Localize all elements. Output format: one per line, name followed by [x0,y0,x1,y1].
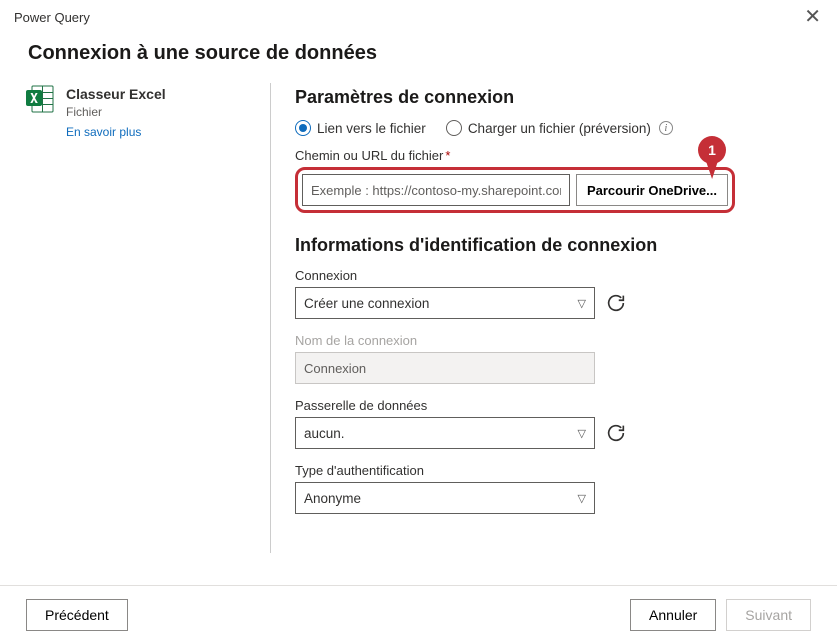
file-path-label: Chemin ou URL du fichier* [295,148,813,163]
chevron-down-icon: ▽ [578,427,586,440]
auth-type-dropdown[interactable]: Anonyme ▽ [295,482,595,514]
connection-name-input [295,352,595,384]
refresh-icon[interactable] [605,422,627,444]
annotation-callout-1: 1 [698,136,726,179]
learn-more-link[interactable]: En savoir plus [66,125,166,139]
connector-subtitle: Fichier [66,105,166,119]
gateway-dropdown[interactable]: aucun. ▽ [295,417,595,449]
annotation-highlight-1: Parcourir OneDrive... 1 [295,167,735,213]
connection-label: Connexion [295,268,813,283]
gateway-label: Passerelle de données [295,398,813,413]
settings-heading: Paramètres de connexion [295,87,813,108]
annotation-number: 1 [698,136,726,164]
app-name: Power Query [14,10,90,25]
dialog-footer: Précédent Annuler Suivant [0,585,837,643]
refresh-icon[interactable] [605,292,627,314]
dialog-title: Connexion à une source de données [28,42,837,65]
excel-icon [24,83,56,553]
auth-type-label: Type d'authentification [295,463,813,478]
radio-upload-label: Charger un fichier (préversion) [468,121,651,136]
info-icon[interactable]: i [659,121,673,135]
required-star: * [445,148,450,163]
vertical-divider [270,83,271,553]
radio-link-to-file[interactable]: Lien vers le fichier [295,120,426,136]
chevron-down-icon: ▽ [578,297,586,310]
connector-name: Classeur Excel [66,85,166,103]
connection-dropdown[interactable]: Créer une connexion ▽ [295,287,595,319]
connection-value: Créer une connexion [304,296,429,311]
file-path-input[interactable] [302,174,570,206]
next-button: Suivant [726,599,811,631]
connector-sidebar: Classeur Excel Fichier En savoir plus [24,83,246,553]
connection-name-label: Nom de la connexion [295,333,813,348]
back-button[interactable]: Précédent [26,599,128,631]
auth-type-value: Anonyme [304,491,361,506]
credentials-heading: Informations d'identification de connexi… [295,235,813,256]
radio-unchecked-icon [446,120,462,136]
close-icon[interactable]: ✕ [798,6,827,28]
cancel-button[interactable]: Annuler [630,599,716,631]
gateway-value: aucun. [304,426,345,441]
radio-link-label: Lien vers le fichier [317,121,426,136]
chevron-down-icon: ▽ [578,492,586,505]
titlebar: Power Query ✕ [0,0,837,28]
radio-upload-file[interactable]: Charger un fichier (préversion) i [446,120,673,136]
radio-checked-icon [295,120,311,136]
